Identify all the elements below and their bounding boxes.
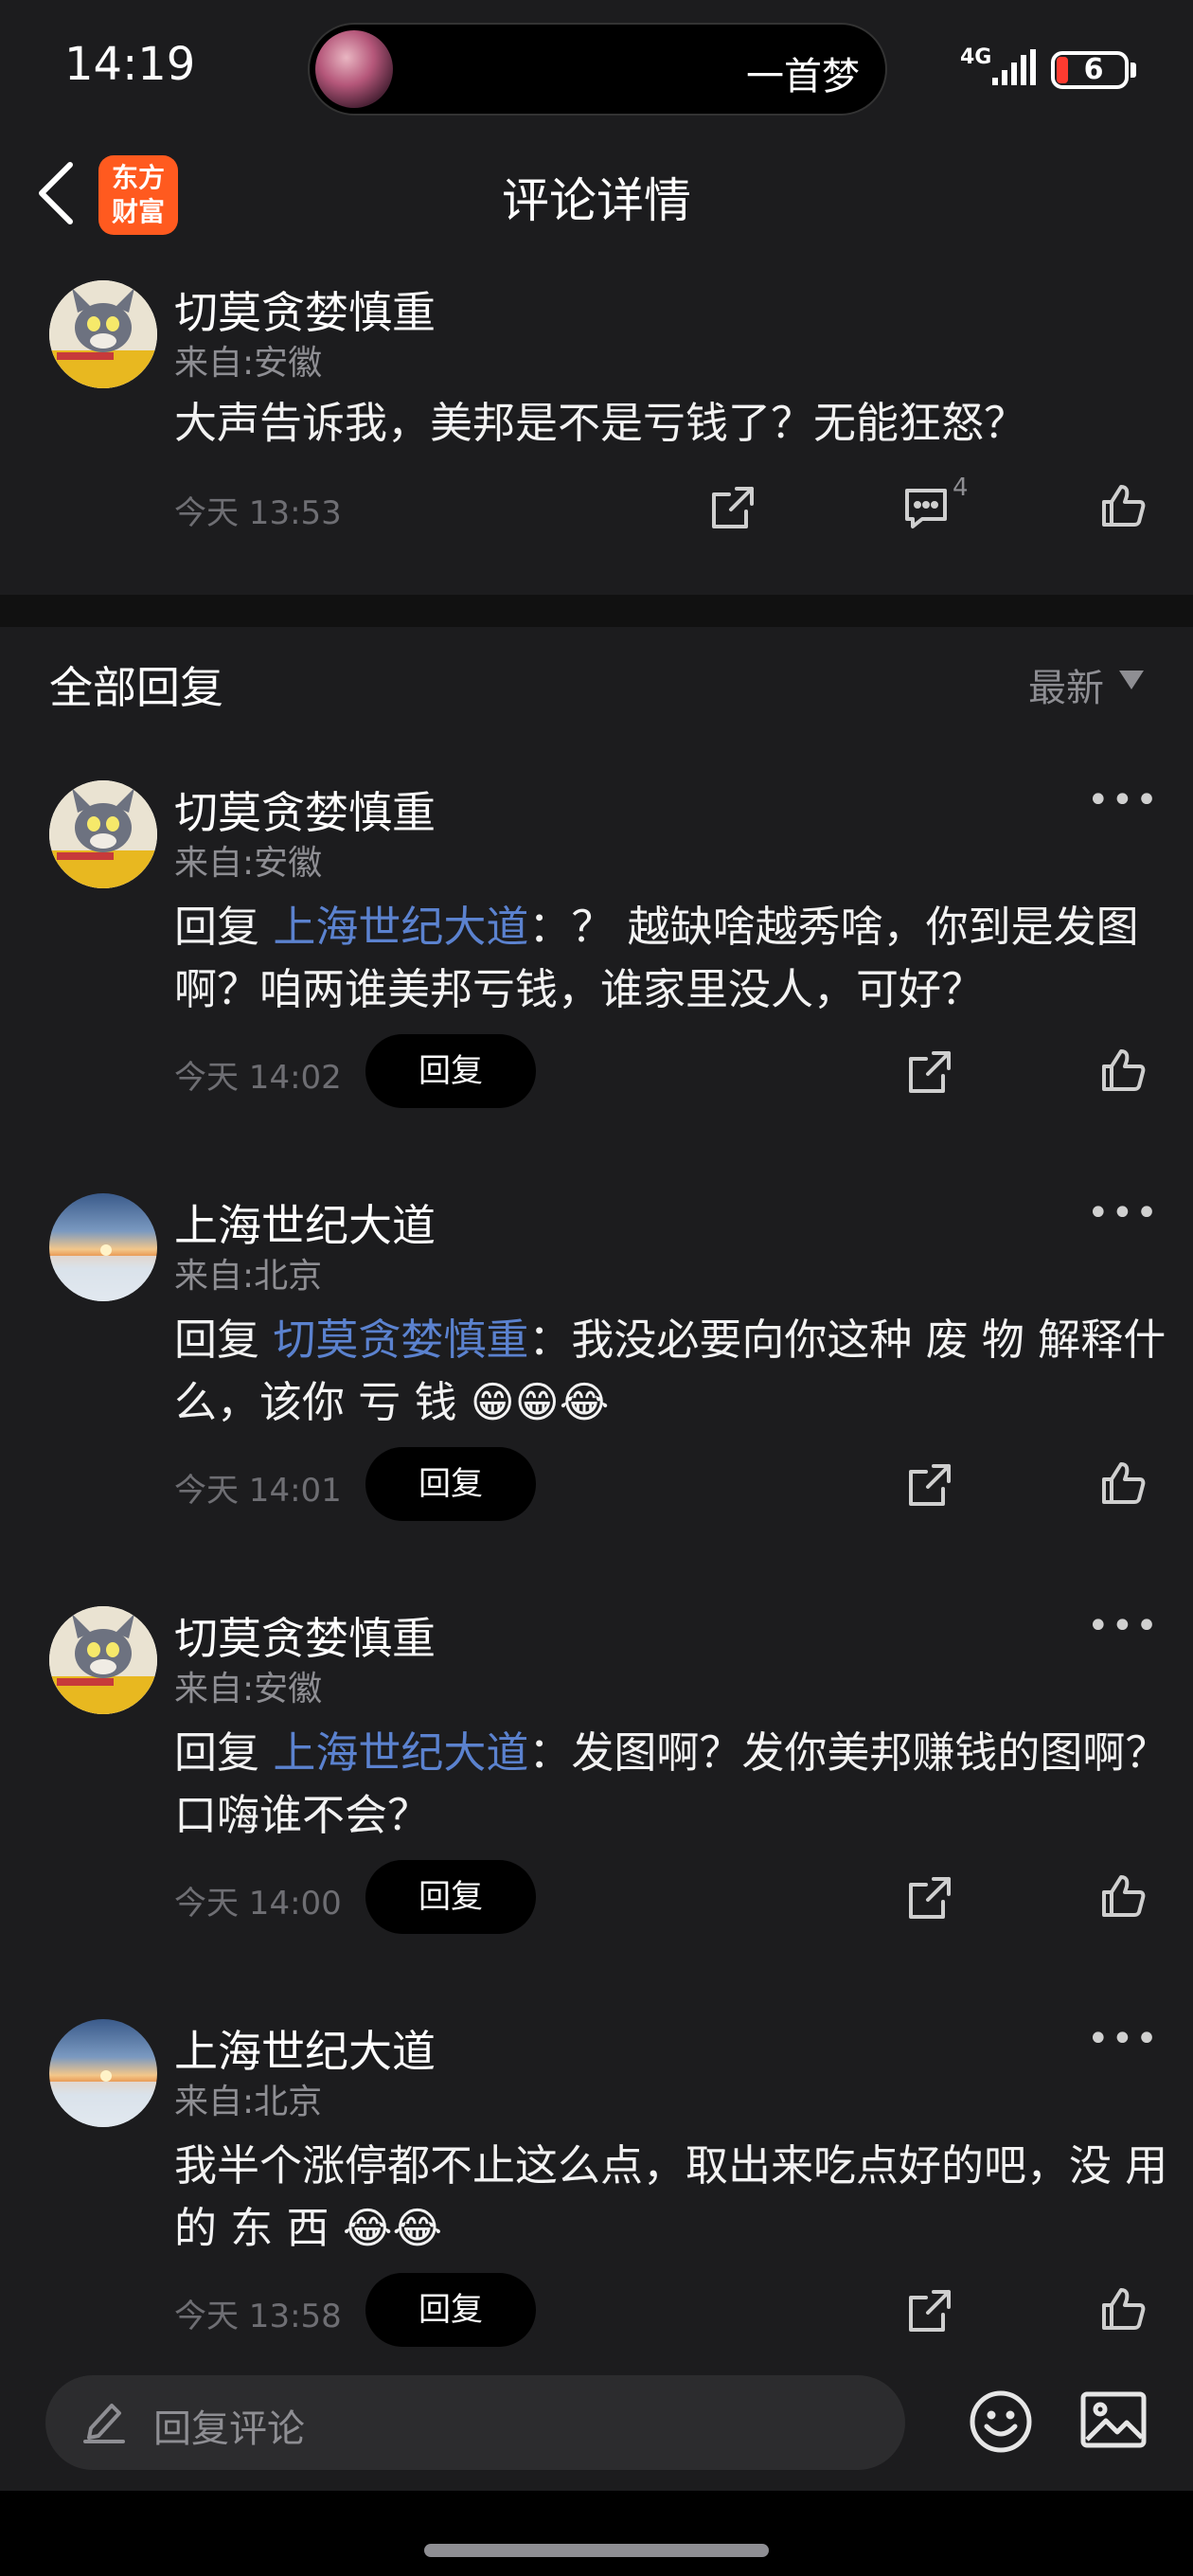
reply-body: 我半个涨停都不止这么点，取出来吃点好的吧，没 用 的 东 西 😂😂 xyxy=(174,2140,1168,2253)
avatar[interactable] xyxy=(49,2019,157,2127)
reply-location: 来自:北京 xyxy=(174,2083,323,2121)
thumbs-up-icon[interactable] xyxy=(1098,1046,1148,1095)
share-icon[interactable] xyxy=(905,1460,954,1510)
reply-button[interactable]: 回复 xyxy=(365,1447,536,1521)
thumbs-up-icon[interactable] xyxy=(1098,2284,1148,2334)
reply-text: 我半个涨停都不止这么点，取出来吃点好的吧，没 用 的 东 西 😂😂 xyxy=(174,2135,1193,2260)
comment-author[interactable]: 切莫贪婪慎重 xyxy=(174,278,436,341)
mention-link[interactable]: 上海世纪大道 xyxy=(273,1727,528,1778)
mention-link[interactable]: 上海世纪大道 xyxy=(273,902,528,952)
reply-button[interactable]: 回复 xyxy=(365,1034,536,1108)
reply-button[interactable]: 回复 xyxy=(365,2273,536,2347)
battery-cap xyxy=(1131,63,1136,78)
reply-button[interactable]: 回复 xyxy=(365,1860,536,1934)
reply-time: 今天 14:02 xyxy=(174,1059,342,1097)
avatar[interactable] xyxy=(49,780,157,888)
reply-location: 来自:安徽 xyxy=(174,844,323,883)
share-icon[interactable] xyxy=(708,483,757,532)
page-title: 评论详情 xyxy=(502,173,691,228)
reply-author[interactable]: 上海世纪大道 xyxy=(174,2017,436,2080)
reply-prefix: 回复 xyxy=(174,1315,274,1365)
battery-level-fill xyxy=(1057,57,1068,83)
battery-level: 6 xyxy=(1083,53,1104,86)
comment-icon[interactable] xyxy=(901,483,951,532)
now-playing-title[interactable]: 一首梦 xyxy=(746,45,860,100)
more-icon[interactable]: ••• xyxy=(1087,1191,1160,1235)
signal-icon xyxy=(990,49,1038,87)
smile-icon[interactable] xyxy=(968,2388,1034,2455)
share-icon[interactable] xyxy=(905,1873,954,1923)
reply-time: 今天 14:00 xyxy=(174,1885,342,1923)
thumbs-up-icon[interactable] xyxy=(1098,1871,1148,1921)
more-icon[interactable]: ••• xyxy=(1087,1604,1160,1648)
reply-time: 今天 14:01 xyxy=(174,1472,342,1510)
pen-icon xyxy=(81,2396,127,2443)
share-icon[interactable] xyxy=(905,1047,954,1097)
replies-section-title: 全部回复 xyxy=(49,662,223,713)
gesture-area xyxy=(0,2491,1193,2576)
reply-location: 来自:北京 xyxy=(174,1257,323,1296)
comment-text: 大声告诉我，美邦是不是亏钱了？无能狂怒？ xyxy=(174,398,1027,448)
now-playing-artwork[interactable] xyxy=(315,30,393,108)
reply-location: 来自:安徽 xyxy=(174,1670,323,1708)
reply-author[interactable]: 切莫贪婪慎重 xyxy=(174,1604,436,1667)
reply-input-placeholder[interactable]: 回复评论 xyxy=(153,2398,305,2453)
thumbs-up-icon[interactable] xyxy=(1098,1458,1148,1508)
avatar[interactable] xyxy=(49,280,157,388)
reply-time: 今天 13:58 xyxy=(174,2298,342,2335)
comment-count: 4 xyxy=(953,474,969,502)
avatar[interactable] xyxy=(49,1606,157,1714)
comment-location: 来自:安徽 xyxy=(174,344,323,383)
reply-prefix: 回复 xyxy=(174,1727,274,1778)
sort-dropdown[interactable]: 最新 xyxy=(1028,657,1104,712)
triangle-down-icon[interactable] xyxy=(1117,669,1146,691)
reply-author[interactable]: 上海世纪大道 xyxy=(174,1191,436,1254)
reply-text: 回复 上海世纪大道：？ 越缺啥越秀啥，你到是发图啊？咱两谁美邦亏钱，谁家里没人，… xyxy=(174,896,1193,1021)
more-icon[interactable]: ••• xyxy=(1087,2017,1160,2061)
home-indicator[interactable] xyxy=(424,2544,769,2557)
status-time: 14:19 xyxy=(64,38,196,91)
thumbs-up-icon[interactable] xyxy=(1098,481,1148,530)
reply-author[interactable]: 切莫贪婪慎重 xyxy=(174,778,436,841)
share-icon[interactable] xyxy=(905,2286,954,2335)
network-type: 4G xyxy=(960,45,992,69)
mention-link[interactable]: 切莫贪婪慎重 xyxy=(273,1315,528,1365)
section-divider xyxy=(0,595,1193,627)
image-icon[interactable] xyxy=(1079,2388,1148,2451)
comment-time: 今天 13:53 xyxy=(174,494,342,532)
avatar[interactable] xyxy=(49,1193,157,1301)
reply-prefix: 回复 xyxy=(174,902,274,952)
reply-text: 回复 切莫贪婪慎重：我没必要向你这种 废 物 解释什么，该你 亏 钱 😁😁😂 xyxy=(174,1309,1193,1434)
more-icon[interactable]: ••• xyxy=(1087,778,1160,822)
reply-text: 回复 上海世纪大道：发图啊？发你美邦赚钱的图啊？口嗨谁不会？ xyxy=(174,1722,1193,1847)
